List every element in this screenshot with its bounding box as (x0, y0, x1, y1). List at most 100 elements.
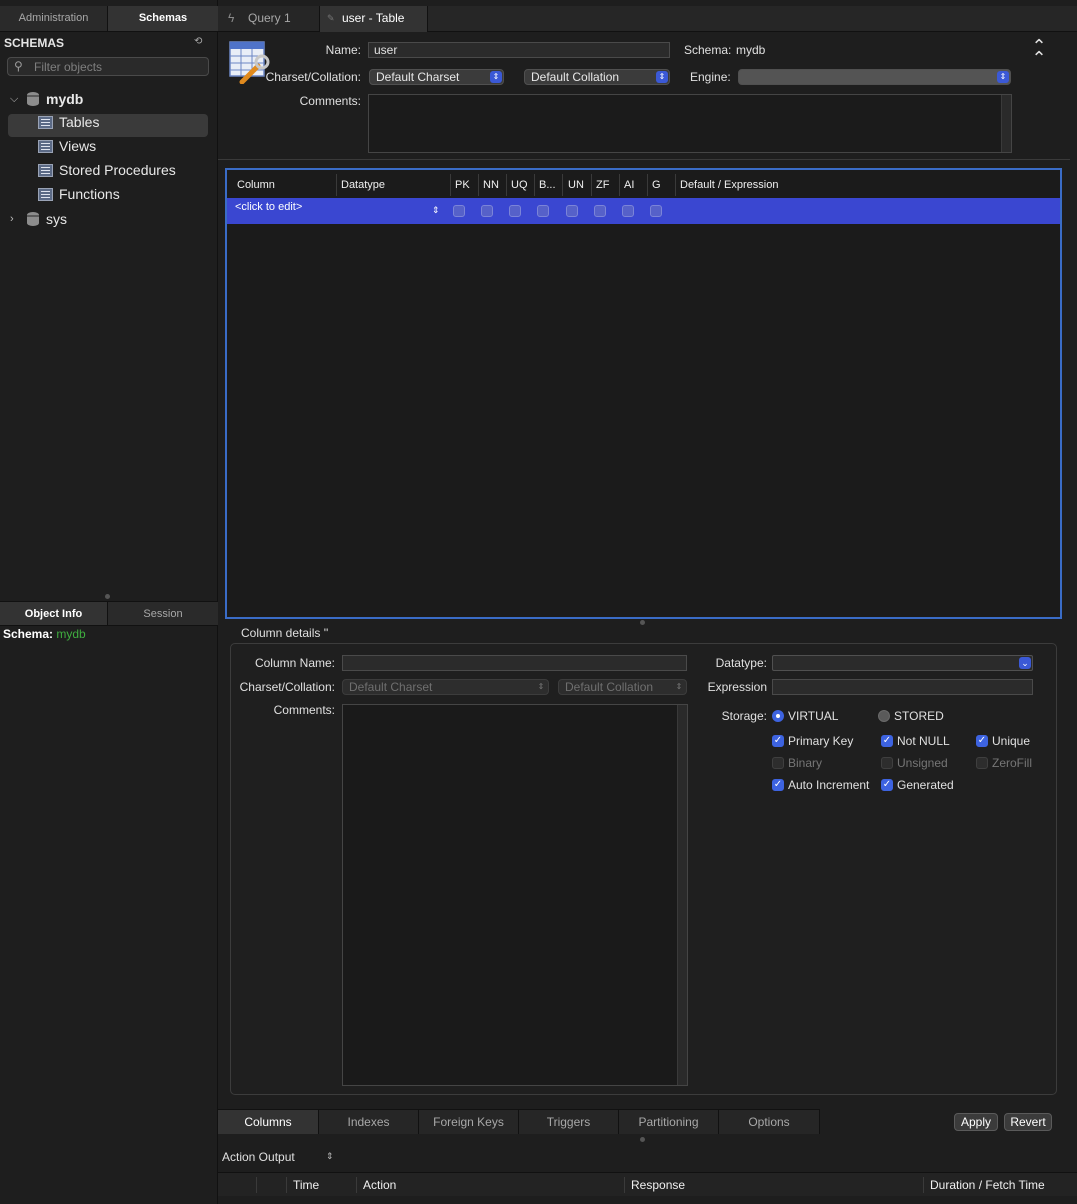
column-header-un[interactable]: UN (568, 174, 592, 196)
auto-increment-label: Auto Increment (788, 778, 870, 792)
column-name-input[interactable] (342, 655, 687, 671)
tab-options[interactable]: Options (719, 1109, 820, 1134)
pk-checkbox[interactable] (453, 205, 465, 217)
click-to-edit-cell[interactable]: <click to edit> (235, 201, 302, 213)
auto-increment-checkbox[interactable]: ✓ (772, 779, 784, 791)
tree-item-views[interactable]: Views (38, 135, 208, 157)
tree-item-mydb[interactable]: ⌵ mydb (10, 88, 210, 110)
binary-checkbox[interactable] (537, 205, 549, 217)
stored-radio[interactable] (878, 710, 890, 722)
g-checkbox[interactable] (650, 205, 662, 217)
column-header-ai[interactable]: AI (624, 174, 648, 196)
column-header-uq[interactable]: UQ (511, 174, 535, 196)
column-divider (256, 1177, 263, 1193)
column-header-pk[interactable]: PK (455, 174, 479, 196)
tab-administration[interactable]: Administration (0, 6, 108, 32)
column-comments-label: Comments: (273, 703, 335, 717)
zf-checkbox[interactable] (594, 205, 606, 217)
tab-session[interactable]: Session (108, 601, 218, 626)
refresh-icon[interactable]: ⟲ (194, 36, 206, 48)
action-output-selector[interactable]: Action Output (222, 1150, 295, 1164)
column-name-label: Column Name: (254, 656, 335, 670)
tab-user-table[interactable]: ✎ user - Table (320, 6, 428, 32)
schemas-heading: SCHEMAS (4, 36, 65, 50)
collation-select[interactable]: Default Collation ⇕ (524, 69, 670, 85)
updown-icon[interactable]: ⇕ (326, 1151, 334, 1162)
column-charset-select[interactable]: Default Charset ⇕ (342, 679, 549, 695)
generated-checkbox[interactable]: ✓ (881, 779, 893, 791)
ai-checkbox[interactable] (622, 205, 634, 217)
tab-foreign-keys[interactable]: Foreign Keys (419, 1109, 519, 1134)
tab-partitioning[interactable]: Partitioning (619, 1109, 719, 1134)
unsigned-checkbox[interactable] (881, 757, 893, 769)
zerofill-checkbox[interactable] (976, 757, 988, 769)
un-checkbox[interactable] (566, 205, 578, 217)
columns-grid[interactable]: Column Datatype PK NN UQ B... UN ZF AI G… (225, 168, 1062, 619)
table-row[interactable]: <click to edit> ⇕ (227, 198, 1060, 224)
nn-checkbox[interactable] (481, 205, 493, 217)
table-name-input[interactable]: user (368, 42, 670, 58)
datatype-updown-icon[interactable]: ⇕ (432, 205, 440, 216)
tab-object-info[interactable]: Object Info (0, 601, 108, 626)
output-header-action[interactable]: Action (356, 1177, 626, 1193)
updown-icon: ⇕ (490, 71, 502, 83)
tab-query-1[interactable]: ϟ Query 1 (218, 6, 320, 32)
column-comments-textarea[interactable] (342, 704, 688, 1086)
tree-item-stored-procedures[interactable]: Stored Procedures (38, 159, 208, 181)
chevron-right-icon[interactable]: › (10, 208, 22, 230)
collapse-up-icon[interactable]: ⌃ ⌃ (1028, 37, 1050, 67)
column-header-default[interactable]: Default / Expression (680, 174, 980, 196)
name-label: Name: (325, 43, 361, 57)
updown-icon: ⇕ (675, 682, 683, 691)
tab-columns[interactable]: Columns (218, 1109, 319, 1134)
apply-button[interactable]: Apply (954, 1113, 998, 1131)
column-header-column[interactable]: Column (237, 174, 337, 196)
tree-item-label: Views (59, 138, 97, 154)
column-header-nn[interactable]: NN (483, 174, 507, 196)
charset-select[interactable]: Default Charset ⇕ (369, 69, 504, 85)
chevron-down-icon[interactable]: ⌵ (10, 88, 22, 110)
unique-checkbox[interactable]: ✓ (976, 735, 988, 747)
table-comments-textarea[interactable] (368, 94, 1012, 153)
output-header-time[interactable]: Time (286, 1177, 356, 1193)
tab-schemas[interactable]: Schemas (108, 6, 218, 32)
tree-item-tables[interactable]: Tables (38, 111, 208, 133)
splitter-handle[interactable] (640, 620, 645, 625)
schema-label: Schema: (684, 43, 732, 57)
tree-item-sys[interactable]: › sys (10, 208, 210, 230)
output-header-response[interactable]: Response (624, 1177, 924, 1193)
engine-select[interactable]: ⇕ (738, 69, 1011, 85)
virtual-radio[interactable] (772, 710, 784, 722)
tree-item-functions[interactable]: Functions (38, 183, 208, 205)
revert-button[interactable]: Revert (1004, 1113, 1052, 1131)
column-collation-select[interactable]: Default Collation ⇕ (558, 679, 687, 695)
filter-objects-input[interactable] (34, 59, 204, 74)
column-header-datatype[interactable]: Datatype (341, 174, 451, 196)
binary-checkbox-detail[interactable] (772, 757, 784, 769)
expression-input[interactable] (772, 679, 1033, 695)
unsigned-label: Unsigned (897, 756, 948, 770)
output-table-header: Time Action Response Duration / Fetch Ti… (218, 1172, 1077, 1196)
tab-indexes[interactable]: Indexes (319, 1109, 419, 1134)
tab-label: user - Table (342, 11, 405, 25)
column-header-binary[interactable]: B... (539, 174, 563, 196)
column-header-g[interactable]: G (652, 174, 676, 196)
scrollbar[interactable] (677, 705, 687, 1085)
filter-objects-field[interactable]: ⚲ (7, 57, 209, 76)
tab-triggers[interactable]: Triggers (519, 1109, 619, 1134)
primary-key-checkbox[interactable]: ✓ (772, 735, 784, 747)
column-header-zf[interactable]: ZF (596, 174, 620, 196)
column-datatype-combo[interactable]: ⌄ (772, 655, 1033, 671)
divider (218, 159, 1070, 160)
search-icon: ⚲ (14, 59, 23, 73)
expression-label: Expression (707, 680, 767, 694)
splitter-handle[interactable] (640, 1137, 645, 1142)
editor-bottom-tabs: Columns Indexes Foreign Keys Triggers Pa… (218, 1109, 1077, 1135)
output-header-duration[interactable]: Duration / Fetch Time (923, 1177, 1073, 1193)
tree-item-label: mydb (46, 91, 84, 107)
navigator-panel: Administration Schemas SCHEMAS ⟲ ⚲ ⌵ myd… (0, 0, 218, 1204)
uq-checkbox[interactable] (509, 205, 521, 217)
splitter-handle[interactable] (105, 594, 110, 599)
scrollbar[interactable] (1001, 95, 1011, 152)
not-null-checkbox[interactable]: ✓ (881, 735, 893, 747)
